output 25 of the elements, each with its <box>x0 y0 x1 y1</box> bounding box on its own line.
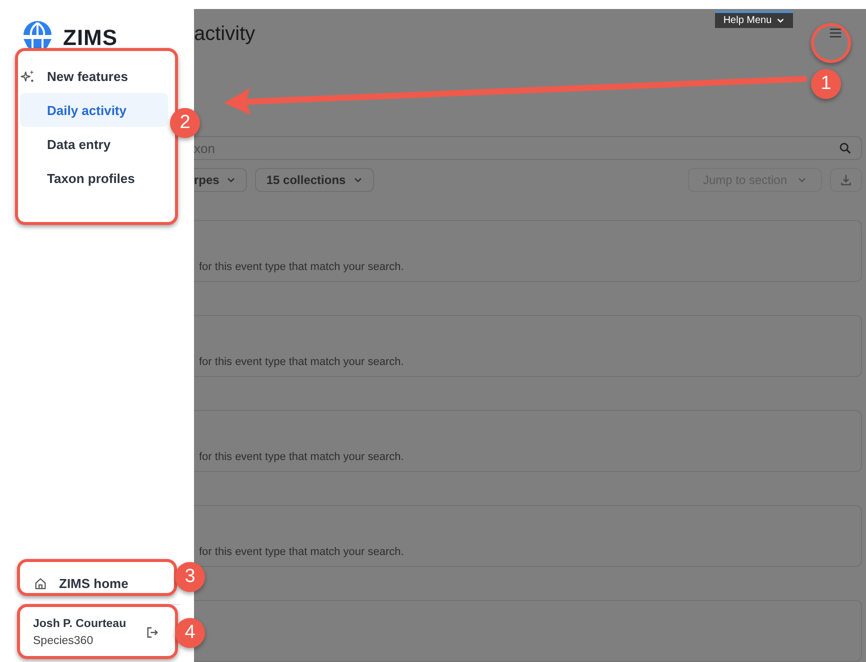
user-name: Josh P. Courteau <box>33 618 126 630</box>
sparkle-icon <box>20 68 35 84</box>
nav-item[interactable]: Daily activity <box>20 93 168 127</box>
filter-dropdown[interactable]: rpes <box>194 168 248 192</box>
logout-icon[interactable] <box>146 626 160 638</box>
empty-message: for this event type that match your search. <box>199 261 404 273</box>
page-title: activity <box>194 22 256 46</box>
nav-item[interactable]: Data entry <box>20 127 168 161</box>
highlight-ring <box>811 23 851 63</box>
nav-item[interactable]: New features <box>20 59 168 93</box>
download-button[interactable] <box>830 168 862 192</box>
search-icon <box>839 142 851 154</box>
empty-message: for this event type that match your search. <box>199 546 404 558</box>
menu-icon <box>828 28 842 38</box>
empty-message: for this event type that match your search. <box>199 451 404 463</box>
help-menu-button[interactable]: Help Menu <box>715 11 793 28</box>
empty-message: for this event type that match your search. <box>199 356 404 368</box>
download-icon <box>840 174 852 186</box>
filter-dropdown[interactable]: 15 collections <box>255 168 374 192</box>
home-icon <box>34 576 47 590</box>
chevron-down-icon <box>776 16 785 25</box>
home-link[interactable]: ZIMS home <box>24 571 164 595</box>
logo-text: ZIMS <box>63 26 118 50</box>
nav-item[interactable]: Taxon profiles <box>20 161 168 195</box>
user-organization: Species360 <box>33 634 94 646</box>
